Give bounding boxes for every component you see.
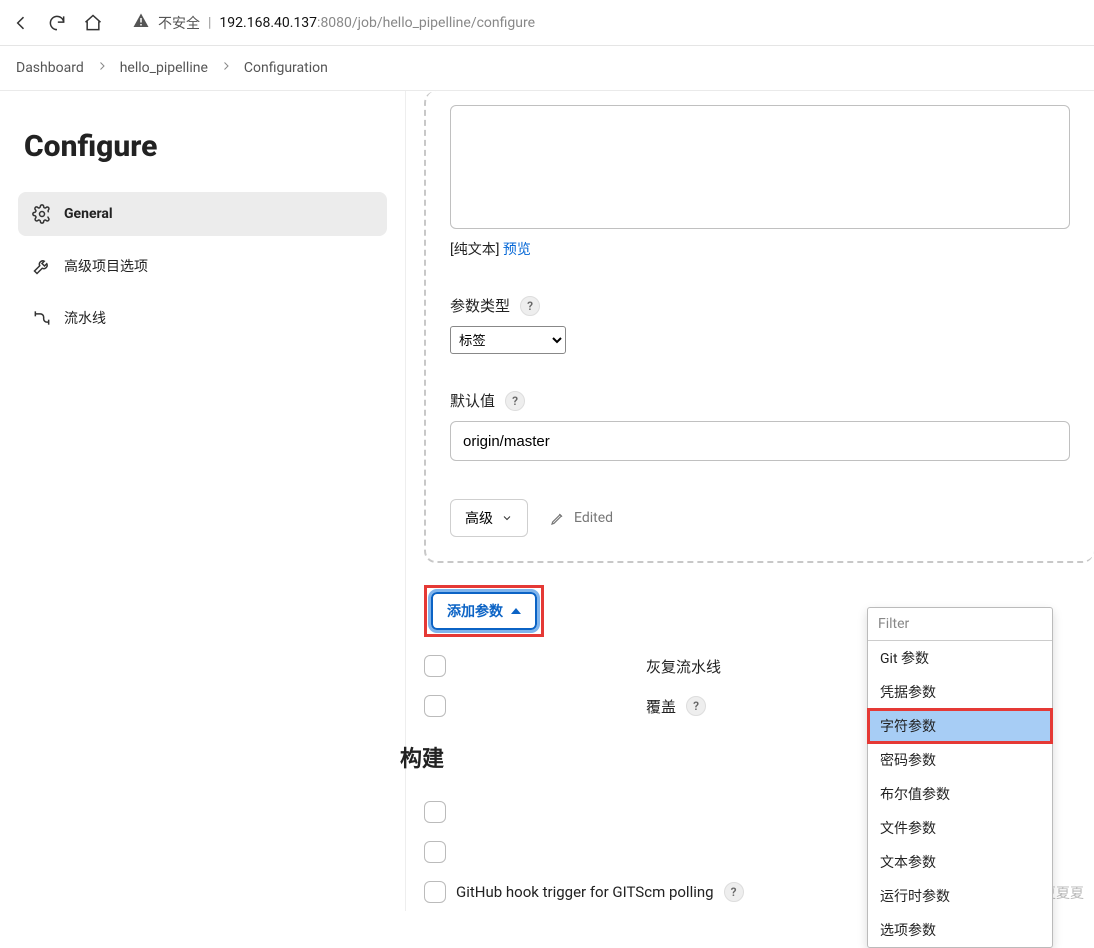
param-type-label: 参数类型 [450, 295, 510, 316]
dropdown-option-file[interactable]: 文件参数 [868, 811, 1052, 845]
help-icon[interactable]: ? [520, 296, 540, 316]
dropdown-option-password[interactable]: 密码参数 [868, 743, 1052, 777]
dropdown-option-choice[interactable]: 选项参数 [868, 913, 1052, 947]
refresh-icon[interactable] [46, 12, 68, 34]
caret-up-icon [511, 608, 521, 614]
help-icon[interactable]: ? [505, 391, 525, 411]
sidebar-item-label: 流水线 [64, 308, 106, 328]
checkbox[interactable] [424, 841, 446, 863]
dropdown-option-git[interactable]: Git 参数 [868, 641, 1052, 675]
home-icon[interactable] [82, 12, 104, 34]
highlight-add-param: 添加参数 [424, 585, 544, 637]
sidebar: Configure General 高级项目选项 流水线 [0, 91, 406, 911]
param-type-select[interactable]: 标签 [450, 326, 566, 354]
chevron-down-icon [501, 512, 513, 524]
edited-indicator: Edited [550, 510, 613, 526]
sidebar-item-general[interactable]: General [18, 192, 387, 236]
plain-text-label: [纯文本] [450, 242, 499, 258]
dropdown-option-string[interactable]: 字符参数 [868, 709, 1052, 743]
content: [纯文本] 预览 参数类型 ? 标签 默认值 ? 高级 [406, 91, 1094, 911]
row-label: GitHub hook trigger for GITScm polling [456, 883, 714, 901]
row-label: 覆盖 [646, 696, 676, 717]
sidebar-item-label: General [64, 206, 113, 222]
pencil-icon [550, 510, 566, 526]
default-value-input[interactable] [450, 421, 1070, 461]
checkbox[interactable] [424, 801, 446, 823]
help-icon[interactable]: ? [724, 882, 744, 902]
description-textarea[interactable] [450, 105, 1070, 229]
breadcrumb: Dashboard hello_pipelline Configuration [0, 46, 1094, 91]
sidebar-item-advanced[interactable]: 高级项目选项 [18, 244, 387, 288]
pipeline-icon [32, 308, 52, 328]
advanced-button[interactable]: 高级 [450, 499, 528, 537]
row-label: 灰复流水线 [646, 656, 721, 677]
add-parameter-button[interactable]: 添加参数 [431, 592, 537, 630]
browser-bar: 不安全 | 192.168.40.137:8080/job/hello_pipe… [0, 0, 1094, 46]
dropdown-option-text[interactable]: 文本参数 [868, 845, 1052, 879]
sidebar-item-label: 高级项目选项 [64, 256, 148, 276]
chevron-right-icon [96, 60, 108, 76]
warning-icon [132, 12, 150, 34]
dropdown-option-credentials[interactable]: 凭据参数 [868, 675, 1052, 709]
dropdown-filter[interactable]: Filter [868, 608, 1052, 641]
preview-link[interactable]: 预览 [503, 242, 531, 258]
address-separator: | [208, 15, 211, 31]
insecure-label: 不安全 [158, 13, 200, 33]
url-bar[interactable]: 192.168.40.137:8080/job/hello_pipelline/… [219, 15, 535, 31]
gear-icon [32, 204, 52, 224]
breadcrumb-item[interactable]: Configuration [244, 60, 328, 76]
wrench-icon [32, 256, 52, 276]
parameter-section: [纯文本] 预览 参数类型 ? 标签 默认值 ? 高级 [424, 91, 1094, 563]
page-title: Configure [24, 129, 387, 164]
help-icon[interactable]: ? [686, 696, 706, 716]
chevron-right-icon [220, 60, 232, 76]
parameter-type-dropdown: Filter Git 参数 凭据参数 字符参数 密码参数 布尔值参数 文件参数 … [867, 607, 1053, 948]
checkbox[interactable] [424, 881, 446, 903]
dropdown-option-runtime[interactable]: 运行时参数 [868, 879, 1052, 913]
default-value-label: 默认值 [450, 390, 495, 411]
breadcrumb-item[interactable]: hello_pipelline [120, 60, 208, 76]
checkbox[interactable] [424, 695, 446, 717]
sidebar-item-pipeline[interactable]: 流水线 [18, 296, 387, 340]
dropdown-option-boolean[interactable]: 布尔值参数 [868, 777, 1052, 811]
back-icon[interactable] [10, 12, 32, 34]
checkbox[interactable] [424, 655, 446, 677]
breadcrumb-item[interactable]: Dashboard [16, 60, 84, 76]
